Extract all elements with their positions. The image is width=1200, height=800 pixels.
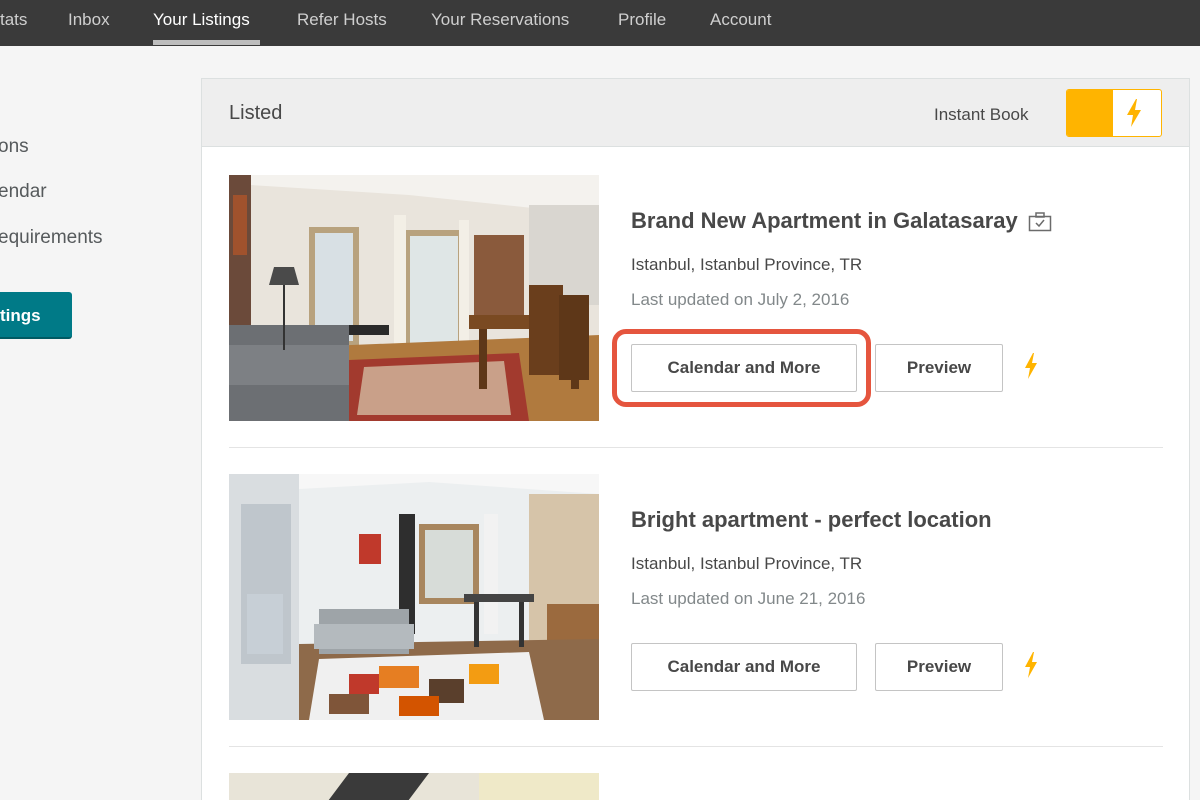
listing-photo[interactable] (229, 773, 599, 800)
nav-item-stats[interactable]: tats (0, 0, 27, 46)
listing-location: Istanbul, Istanbul Province, TR (631, 554, 863, 573)
add-listing-button[interactable]: tings (0, 292, 72, 339)
listing-location: Istanbul, Istanbul Province, TR (631, 255, 863, 274)
lightning-icon (1025, 652, 1037, 678)
briefcase-check-icon (1028, 212, 1052, 232)
sidebar-item-requirements[interactable]: equirements (0, 227, 103, 249)
calendar-and-more-button[interactable]: Calendar and More (631, 344, 857, 392)
toggle-fill (1067, 90, 1113, 136)
listing-title[interactable]: Brand New Apartment in Galatasaray (631, 208, 1052, 234)
nav-active-indicator (153, 40, 260, 45)
preview-button[interactable]: Preview (875, 344, 1003, 392)
nav-item-account[interactable]: Account (710, 0, 771, 46)
listing-divider (229, 746, 1163, 747)
panel-title: Listed (229, 102, 283, 124)
calendar-and-more-button[interactable]: Calendar and More (631, 643, 857, 691)
nav-item-refer-hosts[interactable]: Refer Hosts (297, 0, 387, 46)
listing-divider (229, 447, 1163, 448)
panel-header: Listed Instant Book (202, 79, 1189, 147)
listing-item: Bright apartment - perfect location Ista… (229, 474, 1163, 720)
listing-photo[interactable] (229, 474, 599, 720)
listings-panel: Listed Instant Book Brand New Apartment … (201, 78, 1190, 800)
sidebar-item-calendar[interactable]: endar (0, 181, 47, 203)
listing-photo[interactable] (229, 175, 599, 421)
instant-book-toggle[interactable] (1066, 89, 1162, 137)
listing-updated: Last updated on July 2, 2016 (631, 290, 850, 309)
nav-item-profile[interactable]: Profile (618, 0, 666, 46)
listing-item: Brand New Apartment in Galatasaray Istan… (229, 175, 1163, 421)
preview-button[interactable]: Preview (875, 643, 1003, 691)
instant-book-label: Instant Book (934, 105, 1029, 124)
lightning-icon (1025, 353, 1037, 379)
nav-item-inbox[interactable]: Inbox (68, 0, 110, 46)
top-nav: tats Inbox Your Listings Refer Hosts You… (0, 0, 1200, 46)
listing-item (229, 773, 1163, 800)
listing-updated: Last updated on June 21, 2016 (631, 589, 866, 608)
listing-title-text[interactable]: Brand New Apartment in Galatasaray (631, 208, 1018, 233)
listing-title[interactable]: Bright apartment - perfect location (631, 507, 992, 533)
lightning-icon (1127, 99, 1141, 127)
sidebar-item-reservations[interactable]: ons (0, 136, 29, 158)
nav-item-your-reservations[interactable]: Your Reservations (431, 0, 569, 46)
